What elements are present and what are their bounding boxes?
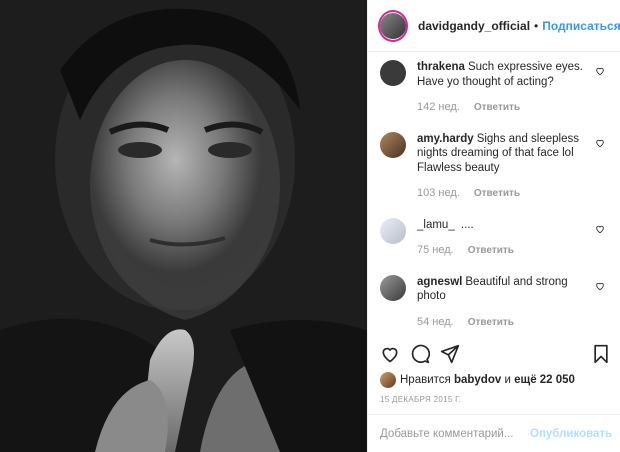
post-header: davidgandy_official • Подписаться •••	[368, 0, 620, 52]
portrait-illustration	[0, 0, 367, 452]
comments-list[interactable]: thrakena Such expressive eyes. Have yo th…	[368, 52, 620, 336]
comment-time[interactable]: 103 нед.	[417, 187, 460, 199]
likes-count[interactable]: ещё 22 050	[514, 374, 575, 386]
comment-time[interactable]: 142 нед.	[417, 101, 460, 113]
comment-meta: 103 нед. Ответить	[417, 186, 597, 202]
comment-item: agneswl Beautiful and strong photo 54 нед…	[380, 274, 611, 331]
share-icon[interactable]	[440, 344, 460, 364]
comment-like-heart-icon[interactable]	[595, 66, 605, 76]
comment-like-heart-icon[interactable]	[595, 281, 605, 291]
comment-meta: 142 нед. Ответить	[417, 100, 597, 116]
post-date[interactable]: 15 ДЕКАБРЯ 2015 Г.	[380, 395, 461, 404]
commenter-avatar[interactable]	[380, 60, 406, 86]
comment-meta: 54 нед. Ответить	[417, 315, 597, 331]
author-avatar[interactable]	[378, 9, 408, 42]
comment-meta: 75 нед. Ответить	[417, 243, 597, 259]
comment-item: thrakena Such expressive eyes. Have yo th…	[380, 60, 611, 116]
comment-time[interactable]: 75 нед.	[417, 244, 454, 256]
comment-like-heart-icon[interactable]	[595, 138, 605, 148]
reply-button[interactable]: Ответить	[468, 317, 514, 328]
commenter-avatar[interactable]	[380, 131, 406, 158]
follow-button[interactable]: Подписаться	[542, 19, 620, 33]
comment-time[interactable]: 54 нед.	[417, 316, 454, 328]
comment-text: ....	[460, 218, 474, 231]
likes-conj: и	[504, 374, 511, 386]
likes-summary: Нравится babydov и ещё 22 050	[380, 372, 610, 388]
comment-item: _lamu_ .... 75 нед. Ответить	[380, 217, 611, 259]
post-photo[interactable]	[0, 0, 367, 452]
liker-username[interactable]: babydov	[454, 374, 501, 386]
add-comment-bar: Опубликовать	[368, 414, 620, 452]
commenter-avatar[interactable]	[380, 217, 406, 244]
comment-icon[interactable]	[410, 344, 430, 364]
heart-icon[interactable]	[380, 344, 400, 364]
comment-username[interactable]: amy.hardy	[417, 133, 474, 145]
bookmark-icon[interactable]	[592, 344, 610, 364]
post-actions-bar	[380, 340, 610, 370]
comment-username[interactable]: thrakena	[417, 61, 465, 73]
reply-button[interactable]: Ответить	[474, 188, 520, 199]
separator-dot: •	[534, 18, 539, 33]
commenter-avatar[interactable]	[380, 274, 406, 301]
reply-button[interactable]: Ответить	[468, 245, 514, 256]
liker-avatar[interactable]	[380, 372, 396, 388]
comment-username[interactable]: _lamu_	[417, 219, 455, 231]
comment-like-heart-icon[interactable]	[595, 224, 605, 234]
comment-item: amy.hardy Sighs and sleepless nights drea…	[380, 131, 611, 202]
author-username[interactable]: davidgandy_official	[418, 19, 530, 33]
likes-prefix: Нравится	[400, 374, 451, 386]
reply-button[interactable]: Ответить	[474, 102, 520, 113]
comment-input[interactable]	[380, 427, 530, 440]
comment-username[interactable]: agneswl	[417, 276, 462, 288]
publish-button[interactable]: Опубликовать	[530, 428, 612, 440]
post-side-panel: davidgandy_official • Подписаться ••• th…	[367, 0, 620, 452]
